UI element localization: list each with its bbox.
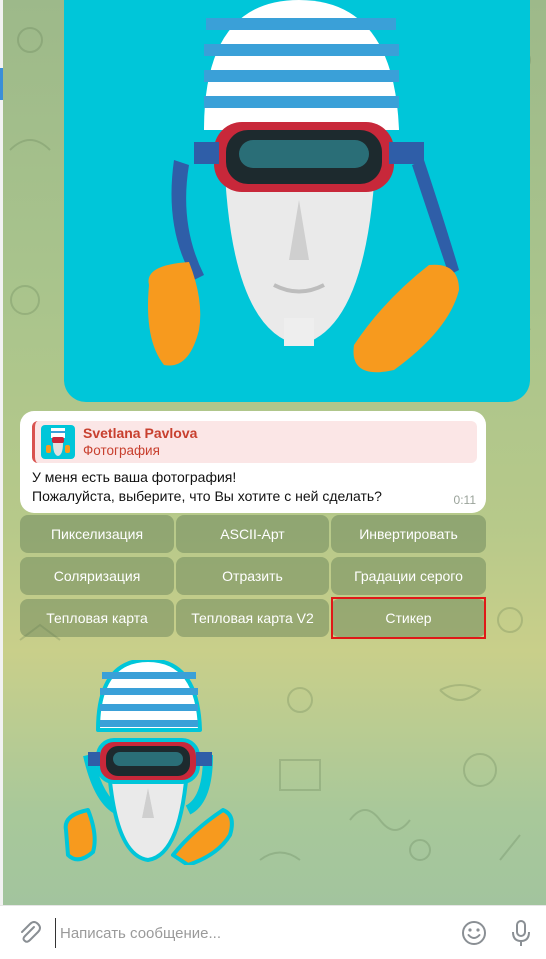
sticker-image [63,658,234,867]
kb-button-sticker[interactable]: Стикер [331,599,486,637]
kb-button-ascii-art[interactable]: ASCII-Арт [176,515,329,553]
message-text: У меня есть ваша фотография! Пожалуйста,… [32,469,382,504]
microphone-icon[interactable] [506,918,536,948]
window-edge [0,0,3,905]
kb-button-grayscale[interactable]: Градации серого [331,557,486,595]
message-time: 0:11 [453,493,476,507]
kb-button-heatmap-v2[interactable]: Тепловая карта V2 [176,599,329,637]
photo-message[interactable] [64,0,530,402]
photo-image [148,0,459,373]
window-edge-marker [0,68,3,100]
message-input[interactable] [55,918,442,948]
reply-thumbnail [41,425,75,459]
message-bubble: Svetlana Pavlova Фотография У меня есть … [20,411,486,513]
reply-author: Svetlana Pavlova [83,425,198,441]
kb-button-invert[interactable]: Инвертировать [331,515,486,553]
kb-button-pixelize[interactable]: Пикселизация [20,515,174,553]
sticker-message[interactable] [58,658,238,867]
kb-button-solarize[interactable]: Соляризация [20,557,174,595]
reply-preview[interactable]: Svetlana Pavlova Фотография [32,421,477,463]
kb-button-heatmap[interactable]: Тепловая карта [20,599,174,637]
kb-button-mirror[interactable]: Отразить [176,557,329,595]
message-composer [0,905,546,959]
attach-icon[interactable] [14,918,44,948]
emoji-icon[interactable] [459,918,489,948]
reply-subtitle: Фотография [83,443,160,458]
